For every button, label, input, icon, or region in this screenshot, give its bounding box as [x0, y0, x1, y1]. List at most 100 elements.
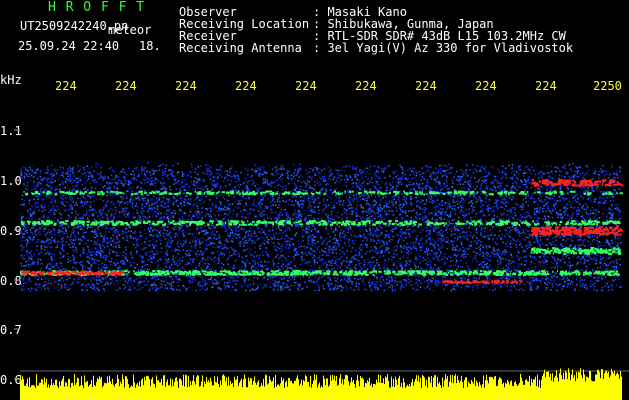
- noise-dot: [99, 246, 102, 248]
- noise-dot: [416, 184, 418, 187]
- noise-dot: [148, 269, 150, 271]
- noise-dot: [257, 201, 260, 203]
- noise-dot: [37, 258, 40, 260]
- noise-dot: [234, 233, 237, 235]
- noise-dot: [98, 177, 101, 179]
- noise-dot: [332, 242, 335, 244]
- noise-dot: [527, 172, 529, 174]
- noise-dot: [384, 166, 386, 168]
- noise-dot: [499, 185, 502, 187]
- noise-dot: [282, 186, 284, 188]
- noise-dot: [530, 286, 532, 289]
- noise-dot: [614, 181, 616, 184]
- noise-dot: [323, 175, 326, 178]
- noise-dot: [569, 283, 572, 285]
- noise-dot: [417, 226, 420, 228]
- noise-dot: [559, 209, 561, 212]
- noise-dot: [23, 265, 25, 267]
- noise-dot: [374, 275, 376, 277]
- noise-dot: [170, 284, 173, 287]
- noise-dot: [151, 208, 154, 210]
- noise-dot: [290, 174, 293, 176]
- noise-dot: [483, 257, 486, 260]
- noise-dot: [589, 197, 592, 200]
- noise-dot: [505, 193, 507, 196]
- noise-dot: [256, 277, 259, 280]
- noise-dot: [141, 207, 144, 210]
- noise-dot: [227, 199, 229, 202]
- noise-dot: [333, 206, 336, 209]
- noise-dot: [487, 207, 490, 209]
- noise-dot: [27, 263, 30, 266]
- noise-dot: [360, 195, 363, 197]
- noise-dot: [285, 265, 287, 267]
- noise-dot: [312, 208, 315, 211]
- noise-dot: [35, 171, 37, 174]
- noise-dot: [294, 265, 296, 268]
- noise-dot: [333, 176, 336, 178]
- noise-dot: [360, 249, 362, 251]
- noise-dot: [298, 205, 301, 208]
- noise-dot: [201, 193, 204, 195]
- noise-dot: [475, 169, 477, 172]
- noise-dot: [475, 254, 477, 257]
- noise-dot: [343, 208, 346, 210]
- noise-dot: [131, 206, 134, 208]
- noise-dot: [36, 245, 38, 247]
- noise-dot: [179, 289, 181, 292]
- noise-dot: [330, 227, 333, 229]
- noise-dot: [345, 213, 348, 215]
- noise-dot: [148, 280, 150, 282]
- noise-dot: [236, 214, 238, 217]
- noise-dot: [422, 203, 424, 205]
- noise-dot: [311, 195, 313, 197]
- noise-dot: [33, 211, 35, 213]
- noise-dot: [397, 174, 399, 176]
- noise-dot: [131, 224, 133, 226]
- noise-dot: [204, 258, 207, 261]
- noise-dot: [309, 243, 311, 245]
- noise-dot: [444, 203, 446, 206]
- noise-dot: [202, 261, 205, 264]
- noise-dot: [395, 222, 397, 224]
- noise-dot: [550, 289, 552, 291]
- noise-dot: [276, 246, 279, 249]
- noise-dot: [202, 264, 205, 267]
- noise-dot: [239, 236, 241, 239]
- noise-dot: [196, 202, 198, 204]
- noise-dot: [324, 177, 327, 179]
- noise-dot: [126, 239, 128, 242]
- noise-dot: [265, 268, 267, 270]
- noise-dot: [446, 231, 449, 234]
- noise-dot: [348, 245, 350, 247]
- noise-dot: [527, 204, 529, 207]
- noise-dot: [300, 214, 302, 216]
- noise-dot: [112, 234, 114, 237]
- noise-dot: [505, 233, 508, 235]
- noise-dot: [306, 183, 308, 185]
- noise-dot: [527, 212, 529, 214]
- noise-dot: [277, 238, 279, 240]
- noise-dot: [446, 258, 448, 260]
- noise-dot: [212, 225, 214, 227]
- noise-dot: [471, 236, 474, 239]
- noise-dot: [235, 289, 238, 291]
- noise-dot: [70, 283, 72, 286]
- noise-dot: [454, 249, 456, 251]
- noise-dot: [103, 264, 106, 266]
- noise-dot: [364, 210, 366, 212]
- noise-dot: [341, 235, 343, 238]
- noise-dot: [278, 280, 281, 283]
- noise-dot: [34, 205, 36, 208]
- noise-dot: [115, 211, 118, 213]
- noise-dot: [318, 287, 320, 289]
- noise-dot: [130, 177, 133, 179]
- noise-dot: [502, 258, 505, 260]
- noise-dot: [346, 257, 348, 259]
- noise-dot: [167, 258, 170, 260]
- noise-dot: [513, 211, 516, 214]
- noise-dot: [301, 202, 304, 205]
- noise-dot: [590, 285, 592, 287]
- noise-dot: [223, 254, 226, 256]
- noise-dot: [515, 230, 517, 232]
